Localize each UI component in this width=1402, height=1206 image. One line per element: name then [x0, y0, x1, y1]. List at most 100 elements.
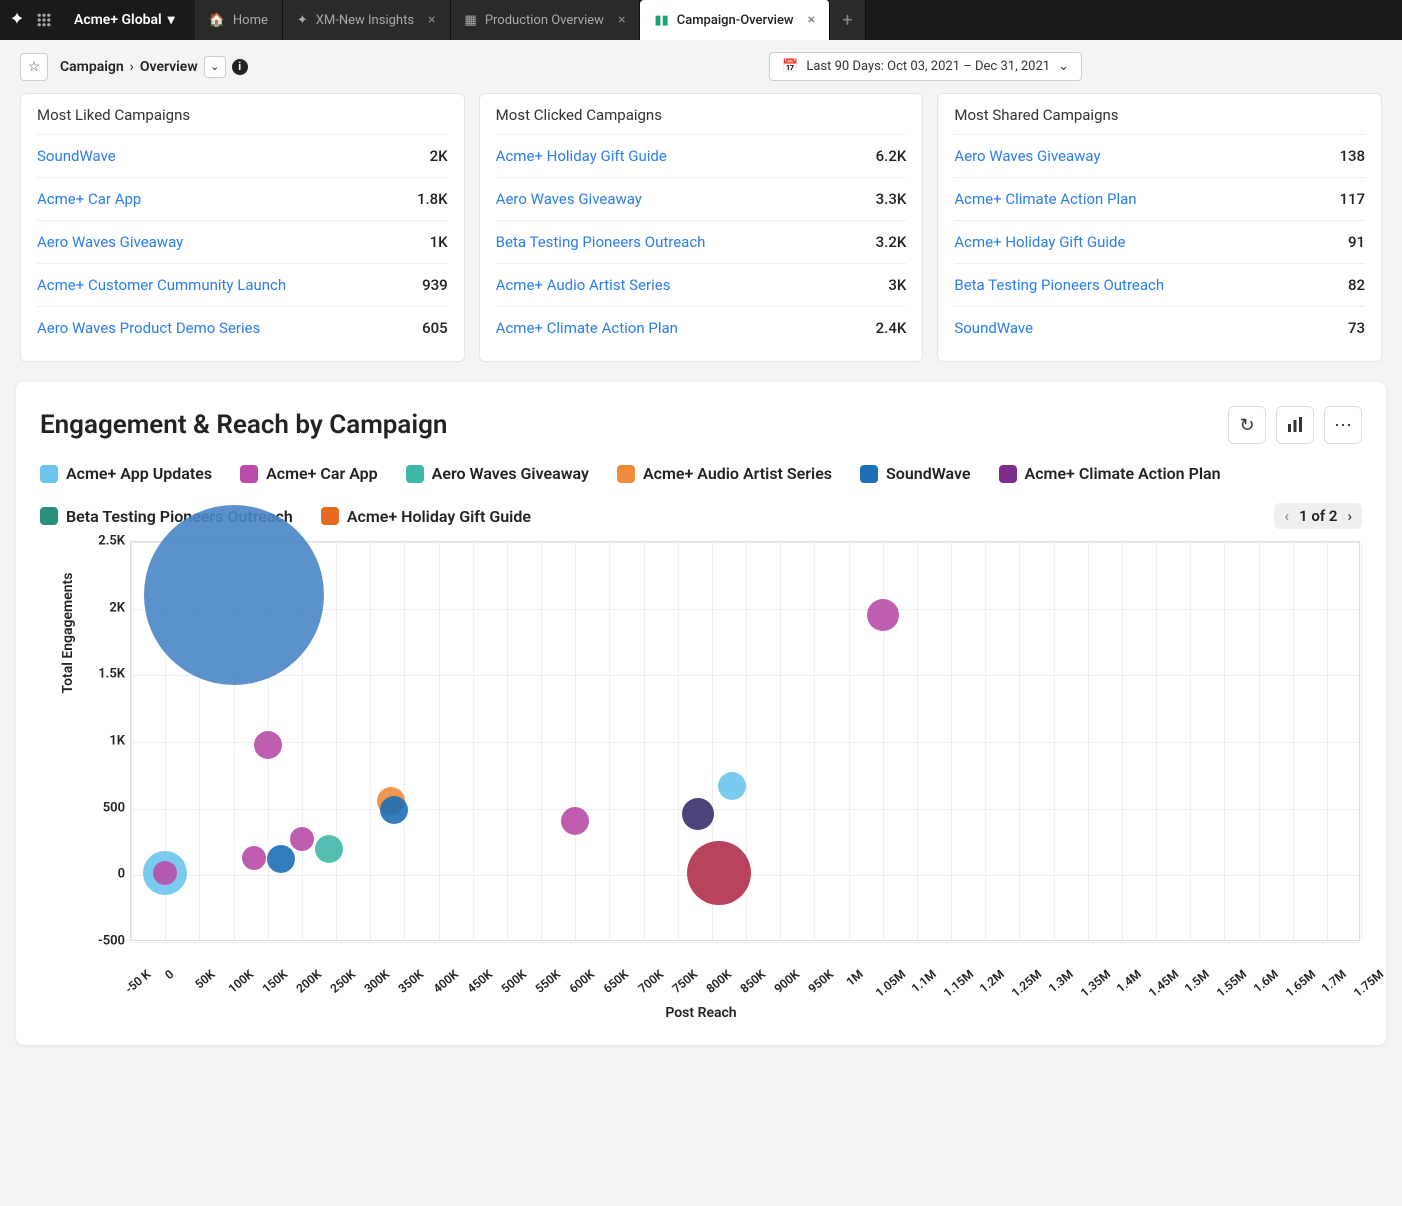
list-item[interactable]: Acme+ Audio Artist Series3K	[496, 263, 907, 306]
y-tick: 1K	[85, 734, 125, 749]
tab-production-overview[interactable]: ▦ Production Overview ×	[451, 0, 641, 40]
campaign-link[interactable]: SoundWave	[954, 319, 1033, 337]
pager-next[interactable]: ›	[1347, 507, 1352, 525]
close-icon[interactable]: ×	[428, 12, 435, 28]
data-point[interactable]	[718, 772, 746, 800]
y-tick: 2K	[85, 600, 125, 615]
campaign-link[interactable]: Aero Waves Product Demo Series	[37, 319, 260, 337]
legend-item[interactable]: Acme+ Car App	[240, 464, 378, 483]
chart-type-button[interactable]	[1276, 406, 1314, 444]
x-tick: 400K	[430, 967, 461, 996]
workspace-selector[interactable]: Acme+ Global ▾	[64, 12, 185, 28]
data-point[interactable]	[242, 846, 266, 870]
campaign-link[interactable]: Acme+ Car App	[37, 190, 141, 208]
x-tick: 300K	[362, 967, 393, 996]
list-item[interactable]: Aero Waves Product Demo Series605	[37, 306, 448, 349]
legend-label: SoundWave	[886, 464, 970, 483]
data-point[interactable]	[380, 796, 408, 824]
metric-value: 3.2K	[876, 233, 907, 251]
data-point[interactable]	[267, 845, 295, 873]
legend-item[interactable]: Acme+ App Updates	[40, 464, 212, 483]
x-tick: 0	[162, 967, 176, 982]
info-icon[interactable]: i	[232, 59, 248, 75]
data-point[interactable]	[144, 505, 324, 685]
calendar-icon: 📅	[782, 59, 798, 74]
list-item[interactable]: Aero Waves Giveaway138	[954, 134, 1365, 177]
data-point[interactable]	[290, 827, 314, 851]
x-tick: 50K	[193, 967, 218, 991]
campaign-link[interactable]: Beta Testing Pioneers Outreach	[496, 233, 706, 251]
campaign-link[interactable]: Acme+ Climate Action Plan	[496, 319, 678, 337]
campaign-link[interactable]: Acme+ Climate Action Plan	[954, 190, 1136, 208]
chevron-down-icon: ▾	[168, 12, 175, 28]
campaign-link[interactable]: Acme+ Holiday Gift Guide	[496, 147, 667, 165]
campaign-link[interactable]: SoundWave	[37, 147, 116, 165]
tab-home[interactable]: 🏠 Home	[195, 0, 283, 40]
x-tick: 500K	[498, 967, 529, 996]
legend-item[interactable]: SoundWave	[860, 464, 970, 483]
metric-value: 939	[422, 276, 448, 294]
campaign-link[interactable]: Aero Waves Giveaway	[954, 147, 1100, 165]
x-tick: 1.05M	[872, 967, 907, 1000]
sparkle-icon: ✦	[297, 13, 308, 28]
campaign-link[interactable]: Acme+ Customer Cummunity Launch	[37, 276, 286, 294]
data-point[interactable]	[153, 861, 177, 885]
new-tab-button[interactable]: +	[830, 0, 866, 40]
data-point[interactable]	[867, 599, 899, 631]
list-item[interactable]: Beta Testing Pioneers Outreach82	[954, 263, 1365, 306]
close-icon[interactable]: ×	[808, 12, 815, 28]
legend-item[interactable]: Acme+ Audio Artist Series	[617, 464, 832, 483]
x-tick: 700K	[635, 967, 666, 996]
list-item[interactable]: Acme+ Car App1.8K	[37, 177, 448, 220]
list-item[interactable]: Acme+ Climate Action Plan2.4K	[496, 306, 907, 349]
list-item[interactable]: Acme+ Customer Cummunity Launch 939	[37, 263, 448, 306]
x-tick: 200K	[293, 967, 324, 996]
tab-label: Home	[233, 13, 268, 28]
campaign-link[interactable]: Acme+ Holiday Gift Guide	[954, 233, 1125, 251]
x-tick: -50 K	[122, 967, 153, 996]
tab-campaign-overview[interactable]: ▮▮ Campaign-Overview ×	[640, 0, 830, 40]
date-range-picker[interactable]: 📅 Last 90 Days: Oct 03, 2021 – Dec 31, 2…	[769, 52, 1082, 81]
campaign-link[interactable]: Acme+ Audio Artist Series	[496, 276, 671, 294]
more-options-button[interactable]: ⋯	[1324, 406, 1362, 444]
campaign-link[interactable]: Beta Testing Pioneers Outreach	[954, 276, 1164, 294]
close-icon[interactable]: ×	[618, 12, 625, 28]
home-icon: 🏠	[209, 13, 225, 28]
scatter-plot[interactable]: Total Engagements Post Reach -50005001K1…	[40, 541, 1362, 1021]
list-item[interactable]: Acme+ Holiday Gift Guide91	[954, 220, 1365, 263]
metric-value: 2K	[430, 147, 448, 165]
chevron-right-icon: ›	[130, 59, 134, 75]
data-point[interactable]	[254, 731, 282, 759]
app-switcher-icon[interactable]	[36, 10, 56, 30]
data-point[interactable]	[687, 841, 751, 905]
data-point[interactable]	[682, 798, 714, 830]
list-item[interactable]: Aero Waves Giveaway1K	[37, 220, 448, 263]
card-title: Most Shared Campaigns	[954, 106, 1365, 124]
data-point[interactable]	[315, 835, 343, 863]
x-tick: 1.5M	[1182, 967, 1212, 995]
legend-item[interactable]: Aero Waves Giveaway	[406, 464, 589, 483]
list-item[interactable]: SoundWave 2K	[37, 134, 448, 177]
x-tick: 1.75M	[1351, 967, 1386, 1000]
legend-item[interactable]: Acme+ Climate Action Plan	[999, 464, 1221, 483]
campaign-link[interactable]: Aero Waves Giveaway	[37, 233, 183, 251]
x-tick: 1.65M	[1282, 967, 1317, 1000]
list-item[interactable]: Acme+ Climate Action Plan117	[954, 177, 1365, 220]
breadcrumb-dropdown[interactable]: ⌄	[204, 56, 226, 78]
data-point[interactable]	[561, 807, 589, 835]
legend-item[interactable]: Acme+ Holiday Gift Guide	[321, 507, 531, 526]
pager-prev[interactable]: ‹	[1284, 507, 1289, 525]
refresh-button[interactable]: ↻	[1228, 406, 1266, 444]
tab-xm-insights[interactable]: ✦ XM-New Insights ×	[283, 0, 451, 40]
campaign-link[interactable]: Aero Waves Giveaway	[496, 190, 642, 208]
breadcrumb-root[interactable]: Campaign	[60, 59, 124, 75]
list-item[interactable]: Acme+ Holiday Gift Guide6.2K	[496, 134, 907, 177]
list-item[interactable]: Beta Testing Pioneers Outreach 3.2K	[496, 220, 907, 263]
x-tick: 900K	[772, 967, 803, 996]
legend-swatch	[860, 465, 878, 483]
legend-swatch	[40, 507, 58, 525]
x-tick: 650K	[601, 967, 632, 996]
favorite-button[interactable]: ☆	[20, 53, 48, 81]
list-item[interactable]: SoundWave73	[954, 306, 1365, 349]
list-item[interactable]: Aero Waves Giveaway3.3K	[496, 177, 907, 220]
